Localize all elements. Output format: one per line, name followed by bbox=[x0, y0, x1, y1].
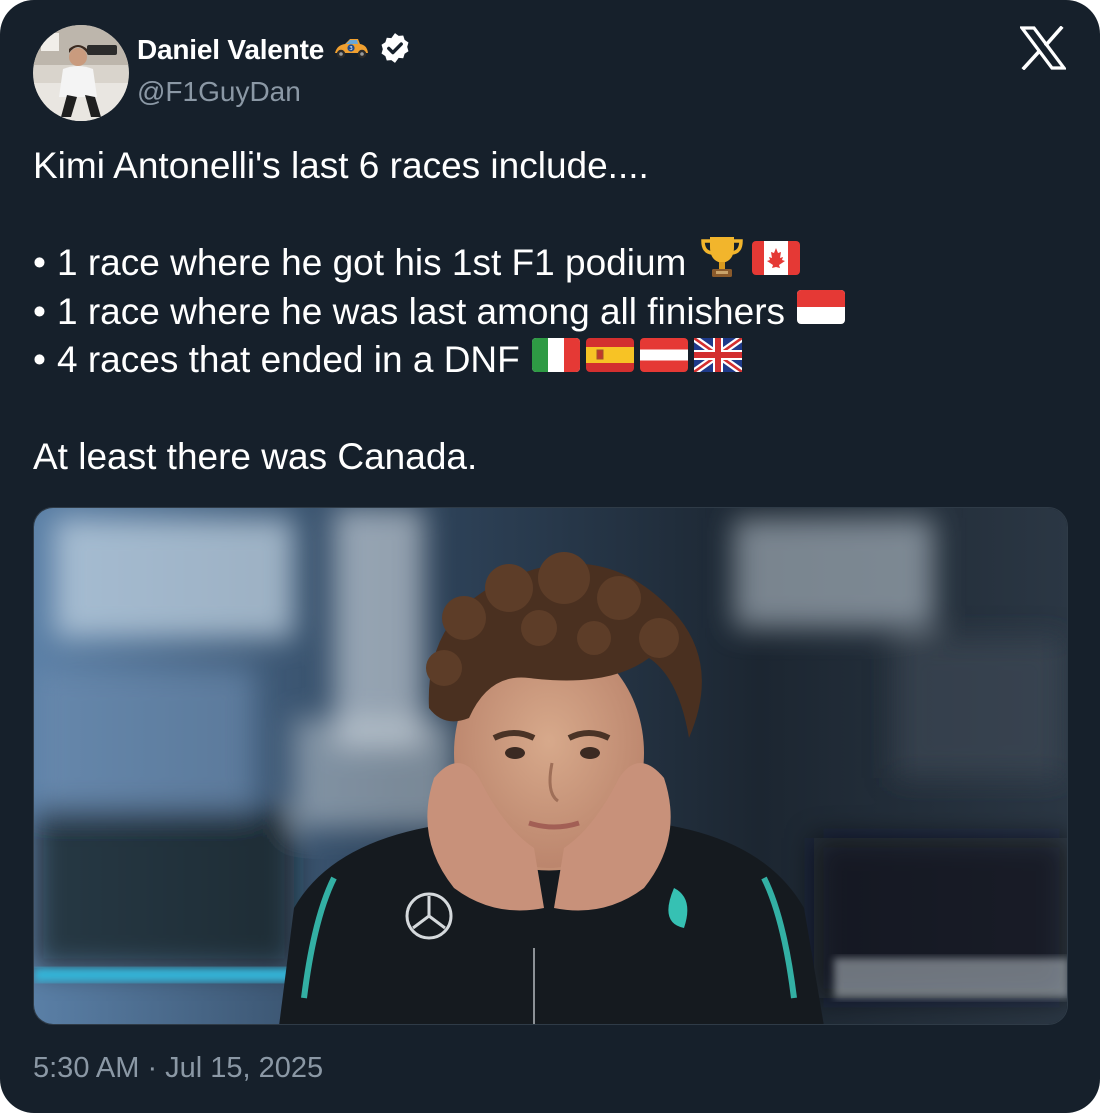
driver-portrait-image bbox=[34, 508, 1067, 1024]
race-car-emoji-icon: 3 bbox=[332, 35, 370, 66]
avatar-image bbox=[33, 25, 129, 121]
flag-uk-icon bbox=[691, 335, 744, 385]
tweet-text: Kimi Antonelli's last 6 races include...… bbox=[33, 142, 1073, 482]
svg-text:3: 3 bbox=[349, 46, 353, 52]
list-item-text: 1 race where he got his 1st F1 podium bbox=[57, 242, 687, 283]
list-item: • 1 race where he got his 1st F1 podium bbox=[33, 237, 1073, 288]
author-handle[interactable]: @F1GuyDan bbox=[137, 76, 301, 108]
tweet-photo[interactable] bbox=[33, 507, 1068, 1025]
flag-spain-icon bbox=[585, 336, 634, 385]
list-item: • 1 race where he was last among all fin… bbox=[33, 288, 1073, 337]
tweet-timestamp[interactable]: 5:30 AM · Jul 15, 2025 bbox=[33, 1052, 323, 1085]
tweet-intro: Kimi Antonelli's last 6 races include...… bbox=[33, 142, 1073, 191]
verified-badge-icon[interactable] bbox=[378, 31, 412, 70]
author-name-row: Daniel Valente 3 bbox=[137, 30, 412, 70]
bullet-marker: • bbox=[33, 290, 46, 332]
flag-austria-icon bbox=[639, 336, 688, 385]
flag-monaco-icon bbox=[797, 288, 846, 337]
author-avatar[interactable] bbox=[33, 25, 129, 121]
tweet-card: Daniel Valente 3 @F1GuyDan Kimi Antonell… bbox=[0, 0, 1100, 1113]
x-logo-icon[interactable] bbox=[1018, 25, 1068, 71]
bullet-marker: • bbox=[33, 242, 46, 283]
flag-italy-icon bbox=[531, 336, 580, 385]
tweet-intro-text: Kimi Antonelli's last 6 races include...… bbox=[33, 145, 649, 186]
list-item: • 4 races that ended in a DNF bbox=[33, 335, 1073, 385]
tweet-closing-text: At least there was Canada. bbox=[33, 436, 478, 477]
list-item-text: 1 race where he was last among all finis… bbox=[57, 290, 786, 332]
flag-canada-icon bbox=[752, 239, 801, 288]
list-item-text: 4 races that ended in a DNF bbox=[57, 339, 520, 380]
author-display-name[interactable]: Daniel Valente bbox=[137, 34, 324, 66]
bullet-marker: • bbox=[33, 339, 46, 380]
trophy-emoji-icon bbox=[698, 234, 746, 293]
tweet-closing: At least there was Canada. bbox=[33, 433, 1073, 482]
